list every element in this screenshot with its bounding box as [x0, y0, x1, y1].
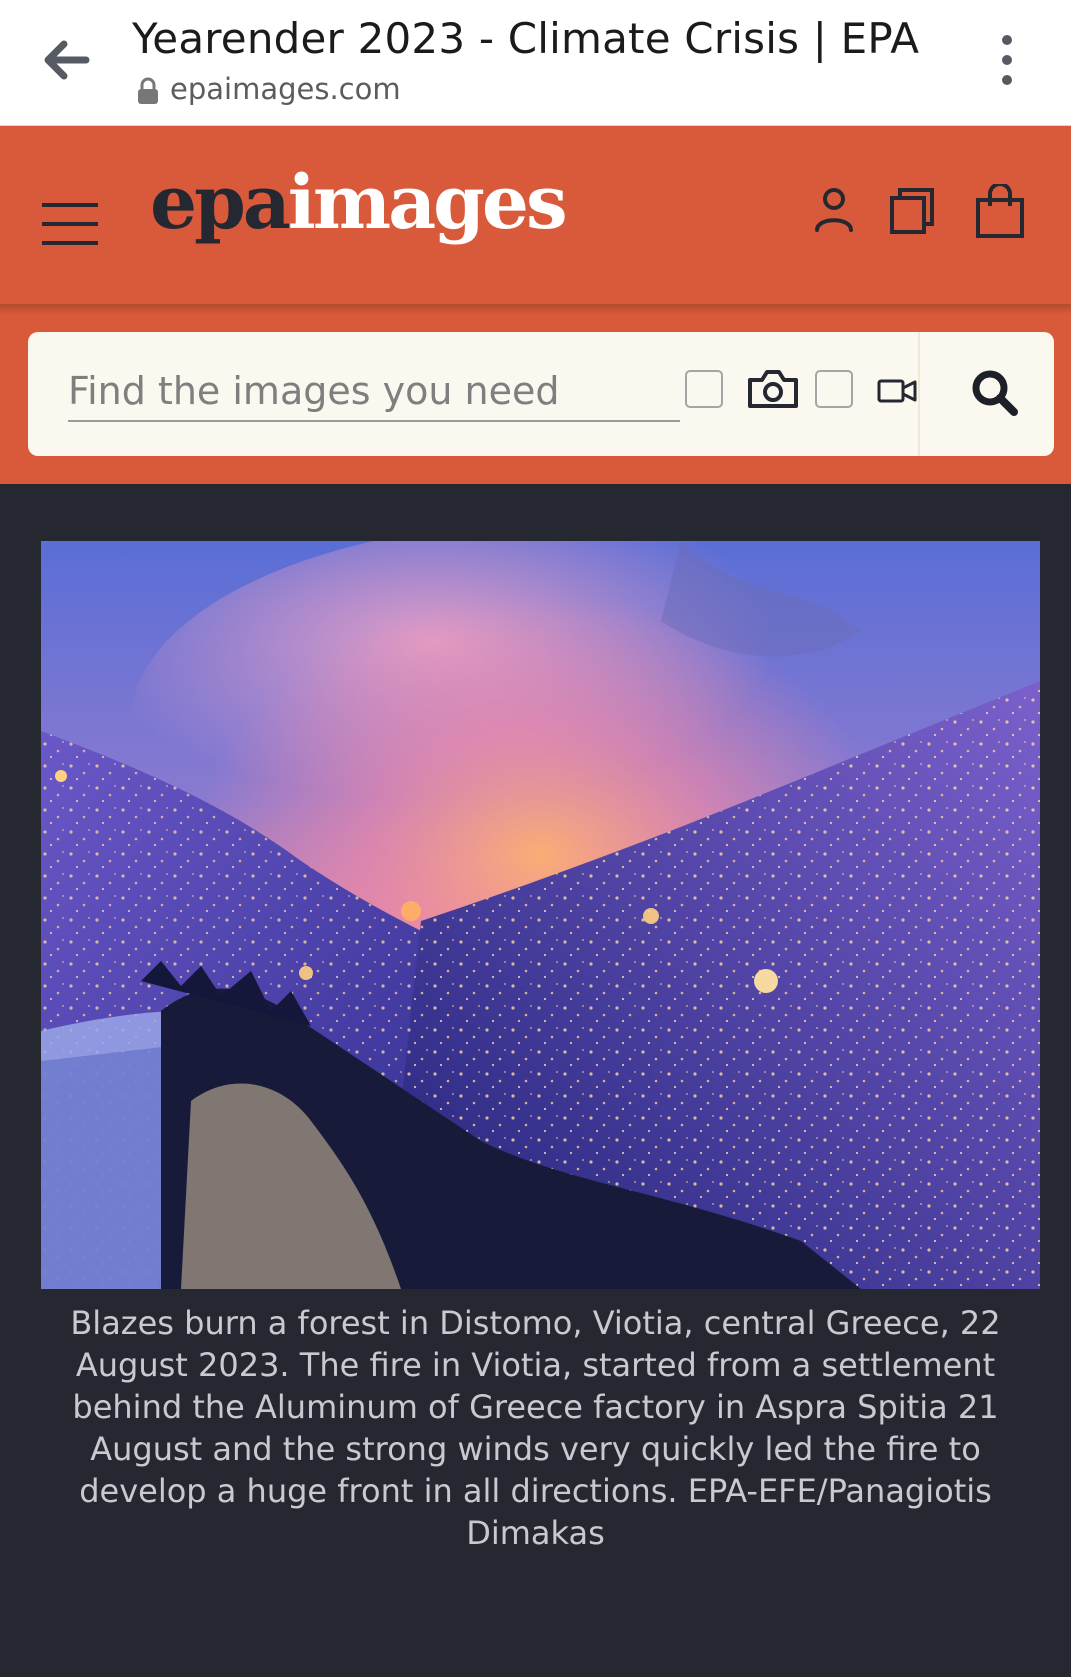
epa-images-logo[interactable]: epaimages — [150, 166, 568, 240]
photo-caption: Blazes burn a forest in Distomo, Viotia,… — [70, 1304, 1001, 1552]
search-icon[interactable] — [968, 366, 1022, 420]
search-input[interactable] — [68, 362, 680, 422]
url-text: epaimages.com — [170, 72, 401, 106]
menu-icon[interactable] — [40, 201, 100, 247]
site-header: epaimages — [0, 126, 1071, 304]
header-divider — [0, 304, 1071, 314]
search-divider — [918, 332, 920, 456]
logo-epa-text: epa — [150, 160, 291, 246]
shopping-bag-icon[interactable] — [974, 182, 1026, 244]
page-title: Yearender 2023 - Climate Crisis | EPA — [132, 14, 920, 63]
user-account-icon[interactable] — [812, 184, 856, 242]
wildfire-photo[interactable] — [41, 541, 1040, 1289]
lock-icon — [136, 76, 160, 106]
search-box — [28, 332, 1054, 456]
more-options-icon[interactable] — [990, 32, 1024, 88]
back-arrow-icon[interactable] — [36, 30, 96, 90]
search-bar-section — [0, 304, 1071, 484]
lightbox-collections-icon[interactable] — [888, 184, 938, 242]
photo-filter-checkbox[interactable] — [685, 370, 723, 408]
logo-images-text: images — [287, 160, 568, 246]
camera-icon — [746, 368, 800, 414]
browser-toolbar: Yearender 2023 - Climate Crisis | EPA ep… — [0, 0, 1071, 126]
wildfire-illustration — [41, 541, 1040, 1289]
video-camera-icon — [877, 378, 917, 408]
video-filter-checkbox[interactable] — [815, 370, 853, 408]
